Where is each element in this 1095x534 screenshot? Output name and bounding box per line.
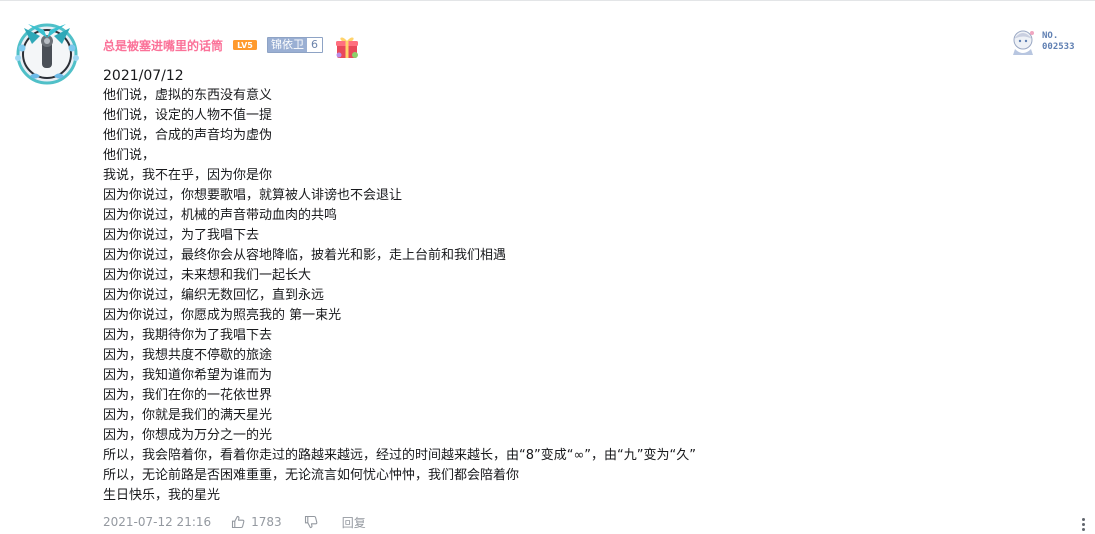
content-line: 因为，我知道你希望为谁而为: [103, 368, 273, 383]
level-badge: LV5: [233, 40, 258, 50]
dislike-button[interactable]: [304, 515, 318, 529]
content-line: 他们说，合成的声音均为虚伪: [103, 128, 273, 143]
content-line: 他们说，虚拟的东西没有意义: [103, 88, 273, 103]
content-line: 因为你说过，你愿成为照亮我的 第一束光: [103, 308, 342, 323]
comment-footer: 2021-07-12 21:16 1783 回复: [103, 512, 366, 532]
thumbs-down-icon: [304, 515, 318, 529]
content-line: 我说，我不在乎，因为你是你: [103, 168, 273, 183]
reply-button[interactable]: 回复: [342, 514, 366, 531]
svg-text:LV5: LV5: [237, 41, 253, 50]
divider: [0, 0, 1095, 1]
content-line: 因为你说过，你想要歌唱，就算被人诽谤也不会退让: [103, 188, 403, 203]
fan-card-value: 002533: [1042, 42, 1075, 52]
fan-card-avatar-icon: [1013, 30, 1034, 55]
content-line: 他们说，设定的人物不值一提: [103, 108, 273, 123]
like-button[interactable]: 1783: [231, 515, 282, 529]
comment-item: 总是被塞进嘴里的话筒 LV5 锦依卫 6 NO. 002533 2021/07/…: [0, 0, 1095, 534]
medal-name: 锦依卫: [268, 38, 308, 52]
content-line: 生日快乐，我的星光: [103, 488, 221, 503]
content-line: 因为，我期待你为了我唱下去: [103, 328, 273, 343]
more-vertical-icon[interactable]: [1078, 518, 1088, 534]
like-count: 1783: [251, 515, 282, 529]
content-line: 2021/07/12: [103, 68, 184, 84]
content-line: 因为你说过，编织无数回忆，直到永远: [103, 288, 325, 303]
content-line: 因为你说过，未来想和我们一起长大: [103, 268, 312, 283]
avatar-frame: [15, 23, 79, 85]
username[interactable]: 总是被塞进嘴里的话筒: [103, 37, 223, 54]
comment-content: 2021/07/12 他们说，虚拟的东西没有意义 他们说，设定的人物不值一提 他…: [103, 66, 1063, 506]
fan-medal[interactable]: 锦依卫 6: [267, 37, 324, 53]
comment-time: 2021-07-12 21:16: [103, 515, 212, 529]
level-icon: LV5: [233, 40, 258, 50]
content-line: 因为你说过，最终你会从容地降临，披着光和影，走上台前和我们相遇: [103, 248, 507, 263]
fan-card-label: NO.: [1042, 31, 1059, 41]
gift-box-icon: [336, 37, 359, 58]
avatar[interactable]: [10, 14, 84, 88]
content-line: 因为，你就是我们的满天星光: [103, 408, 273, 423]
fan-card[interactable]: NO. 002533: [1010, 26, 1088, 58]
comment-header: 总是被塞进嘴里的话筒 LV5 锦依卫 6: [103, 35, 361, 58]
content-line: 因为，我们在你的一花依世界: [103, 388, 273, 403]
content-line: 所以，我会陪着你，看着你走过的路越来越远，经过的时间越来越长，由“8”变成“∞”…: [103, 448, 696, 463]
thumbs-up-icon: [232, 515, 245, 529]
fan-card-number: NO. 002533: [1042, 31, 1075, 53]
content-line: 因为你说过，为了我唱下去: [103, 228, 260, 243]
content-line: 所以，无论前路是否困难重重，无论流言如何忧心忡忡，我们都会陪着你: [103, 468, 520, 483]
medal-level: 6: [307, 38, 323, 52]
content-line: 因为，我想共度不停歇的旅途: [103, 348, 273, 363]
content-line: 因为你说过，机械的声音带动血肉的共鸣: [103, 208, 338, 223]
content-line: 他们说，: [103, 148, 156, 163]
content-line: 因为，你想成为万分之一的光: [103, 428, 273, 443]
